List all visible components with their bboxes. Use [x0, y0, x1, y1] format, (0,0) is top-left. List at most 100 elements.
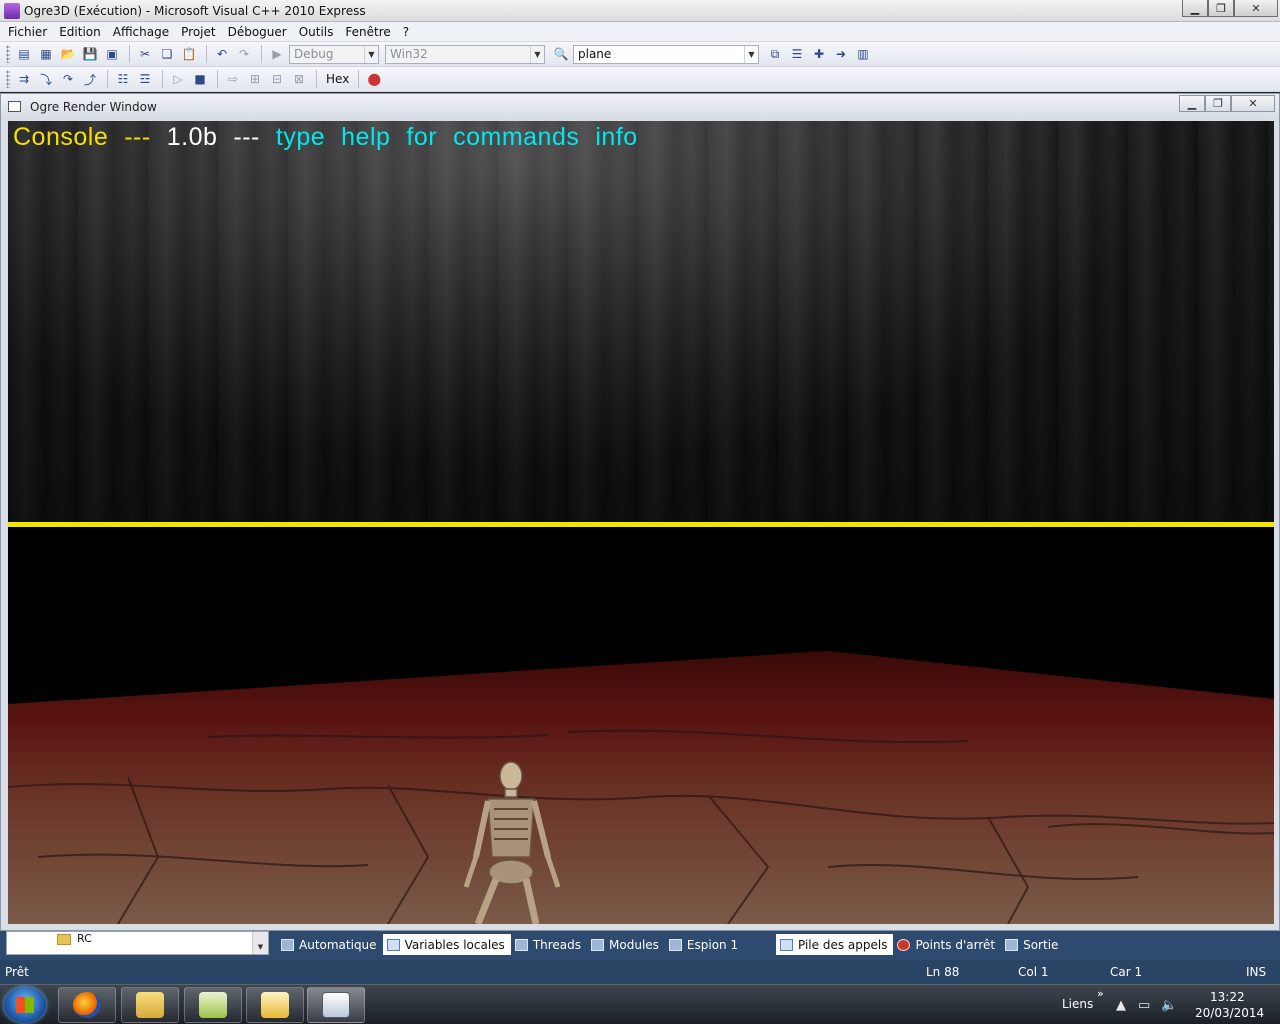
step-out-icon[interactable]: ⤴	[80, 70, 100, 88]
standard-toolbar: ▤ ▦ 📂 💾 ▣ ✂ ❏ 📋 ↶ ↷ ▶ Debug ▼ Win32 ▼ 🔍 …	[0, 42, 1280, 67]
redo-icon[interactable]: ↷	[234, 45, 254, 63]
scroll-down-icon[interactable]: ▼	[252, 932, 268, 954]
stone-floor	[8, 651, 1274, 924]
minimize-button[interactable]: ▁	[1182, 0, 1208, 17]
status-insert-mode: INS	[1246, 965, 1267, 979]
menu-affichage[interactable]: Affichage	[107, 25, 175, 39]
menu-projet[interactable]: Projet	[175, 25, 221, 39]
taskbar-visual-studio[interactable]	[307, 987, 365, 1023]
copy-icon[interactable]: ❏	[157, 45, 177, 63]
volume-icon[interactable]: 🔈	[1161, 998, 1177, 1013]
step-over-icon[interactable]: ↷	[58, 70, 78, 88]
window-app-icon	[322, 992, 350, 1018]
console-version: 1.0b	[166, 122, 218, 151]
solution-explorer-icon[interactable]: ⧉	[765, 45, 785, 63]
vs-titlebar: Ogre3D (Exécution) - Microsoft Visual C+…	[0, 0, 1280, 22]
links-chevron-icon[interactable]: »	[1097, 987, 1104, 1000]
paste-icon[interactable]: 📋	[179, 45, 199, 63]
hex-button[interactable]: Hex	[322, 72, 353, 86]
close-button[interactable]: ✕	[1234, 0, 1278, 17]
firefox-icon	[73, 992, 101, 1018]
taskbar-explorer[interactable]	[121, 987, 179, 1023]
ogre-maximize-button[interactable]: ❐	[1205, 95, 1231, 112]
ogre-window-controls: ▁ ❐ ✕	[1179, 95, 1275, 112]
cut-icon[interactable]: ✂	[135, 45, 155, 63]
save-all-icon[interactable]: ▣	[102, 45, 122, 63]
continue-icon[interactable]: ▷	[168, 70, 188, 88]
bookmark-prev-icon[interactable]: ⊟	[267, 70, 287, 88]
tab-espion[interactable]: Espion 1	[665, 934, 744, 955]
maximize-button[interactable]: ❐	[1208, 0, 1234, 17]
add-item-icon[interactable]: ▦	[36, 45, 56, 63]
render-viewport[interactable]: Console --- 1.0b --- type help for comma…	[8, 121, 1274, 924]
network-icon[interactable]: ▭	[1138, 998, 1150, 1013]
stop-debug-icon[interactable]: ■	[190, 70, 210, 88]
autos-icon	[281, 938, 294, 951]
show-hidden-icons-icon[interactable]: ▲	[1116, 998, 1126, 1013]
config-combo[interactable]: Debug ▼	[289, 44, 379, 64]
list-item[interactable]: RC	[77, 932, 92, 945]
open-file-icon[interactable]: 📂	[58, 45, 78, 63]
watch-icon	[668, 938, 682, 951]
show-next-statement-icon[interactable]: ⇉	[14, 70, 34, 88]
platform-combo-value: Win32	[390, 47, 428, 61]
locals-icon	[386, 938, 400, 951]
tab-points-arret[interactable]: Points d'arrêt	[893, 934, 1001, 955]
clock-time[interactable]: 13:22	[1210, 990, 1245, 1004]
new-project-icon[interactable]: ▤	[14, 45, 34, 63]
menu-outils[interactable]: Outils	[293, 25, 340, 39]
tab-pile-des-appels[interactable]: Pile des appels	[776, 934, 894, 955]
breakpoint-icon[interactable]: ⬤	[364, 70, 384, 88]
console-separator: ---	[124, 122, 151, 151]
chevron-down-icon: ▼	[530, 45, 544, 63]
search-combo[interactable]: plane ▼	[573, 44, 759, 64]
toolbar-grip[interactable]	[6, 70, 10, 88]
status-column: Col 1	[1018, 965, 1049, 979]
uncomment-icon[interactable]: ☲	[135, 70, 155, 88]
windows-logo-icon	[16, 997, 34, 1013]
comment-icon[interactable]: ☷	[113, 70, 133, 88]
platform-combo[interactable]: Win32 ▼	[385, 44, 545, 64]
tab-threads[interactable]: Threads	[511, 934, 587, 955]
tab-sortie[interactable]: Sortie	[1001, 934, 1064, 955]
taskbar-firefox[interactable]	[58, 987, 116, 1023]
start-page-icon[interactable]: ➜	[831, 45, 851, 63]
save-icon[interactable]: 💾	[80, 45, 100, 63]
start-button[interactable]	[4, 987, 46, 1023]
folder-icon	[136, 992, 164, 1018]
ogre-minimize-button[interactable]: ▁	[1179, 95, 1205, 112]
properties-icon[interactable]: ☰	[787, 45, 807, 63]
start-debug-icon[interactable]: ▶	[267, 45, 287, 63]
modules-icon	[591, 938, 605, 951]
locals-tab-group: Automatique Variables locales Threads Mo…	[277, 934, 744, 956]
menu-fenetre[interactable]: Fenêtre	[339, 25, 396, 39]
menu-help[interactable]: ?	[397, 25, 415, 39]
step-forward-icon[interactable]: ⇨	[223, 70, 243, 88]
bookmark-next-icon[interactable]: ⊠	[289, 70, 309, 88]
paint-icon	[261, 992, 289, 1018]
taskbar: Liens » ▲ ▭ 🔈 13:22 20/03/2014	[0, 984, 1280, 1024]
find-in-files-icon[interactable]: 🔍	[551, 45, 571, 63]
ogre-close-button[interactable]: ✕	[1231, 95, 1275, 112]
toolbox-icon[interactable]: ✚	[809, 45, 829, 63]
console-hint-word: info	[595, 122, 638, 151]
status-bar: Prêt Ln 88 Col 1 Car 1 INS	[0, 960, 1280, 984]
taskbar-notepad[interactable]	[184, 987, 242, 1023]
extension-icon[interactable]: ▥	[853, 45, 873, 63]
step-into-icon[interactable]: ⤵	[36, 70, 56, 88]
resource-view-list[interactable]: RC ▼	[6, 931, 269, 955]
undo-icon[interactable]: ↶	[212, 45, 232, 63]
folder-icon	[57, 934, 71, 945]
tab-automatique[interactable]: Automatique	[277, 934, 383, 955]
tab-modules[interactable]: Modules	[587, 934, 665, 955]
menu-deboguer[interactable]: Déboguer	[222, 25, 293, 39]
taskbar-paint[interactable]	[246, 987, 304, 1023]
clock-date[interactable]: 20/03/2014	[1195, 1006, 1264, 1020]
tab-variables-locales[interactable]: Variables locales	[382, 934, 511, 955]
menu-edition[interactable]: Edition	[53, 25, 107, 39]
links-toolbar[interactable]: Liens	[1062, 997, 1093, 1011]
bookmark-icon[interactable]: ⊞	[245, 70, 265, 88]
ogre-window-title: Ogre Render Window	[30, 100, 157, 114]
toolbar-grip[interactable]	[6, 45, 10, 63]
menu-fichier[interactable]: Fichier	[2, 25, 53, 39]
